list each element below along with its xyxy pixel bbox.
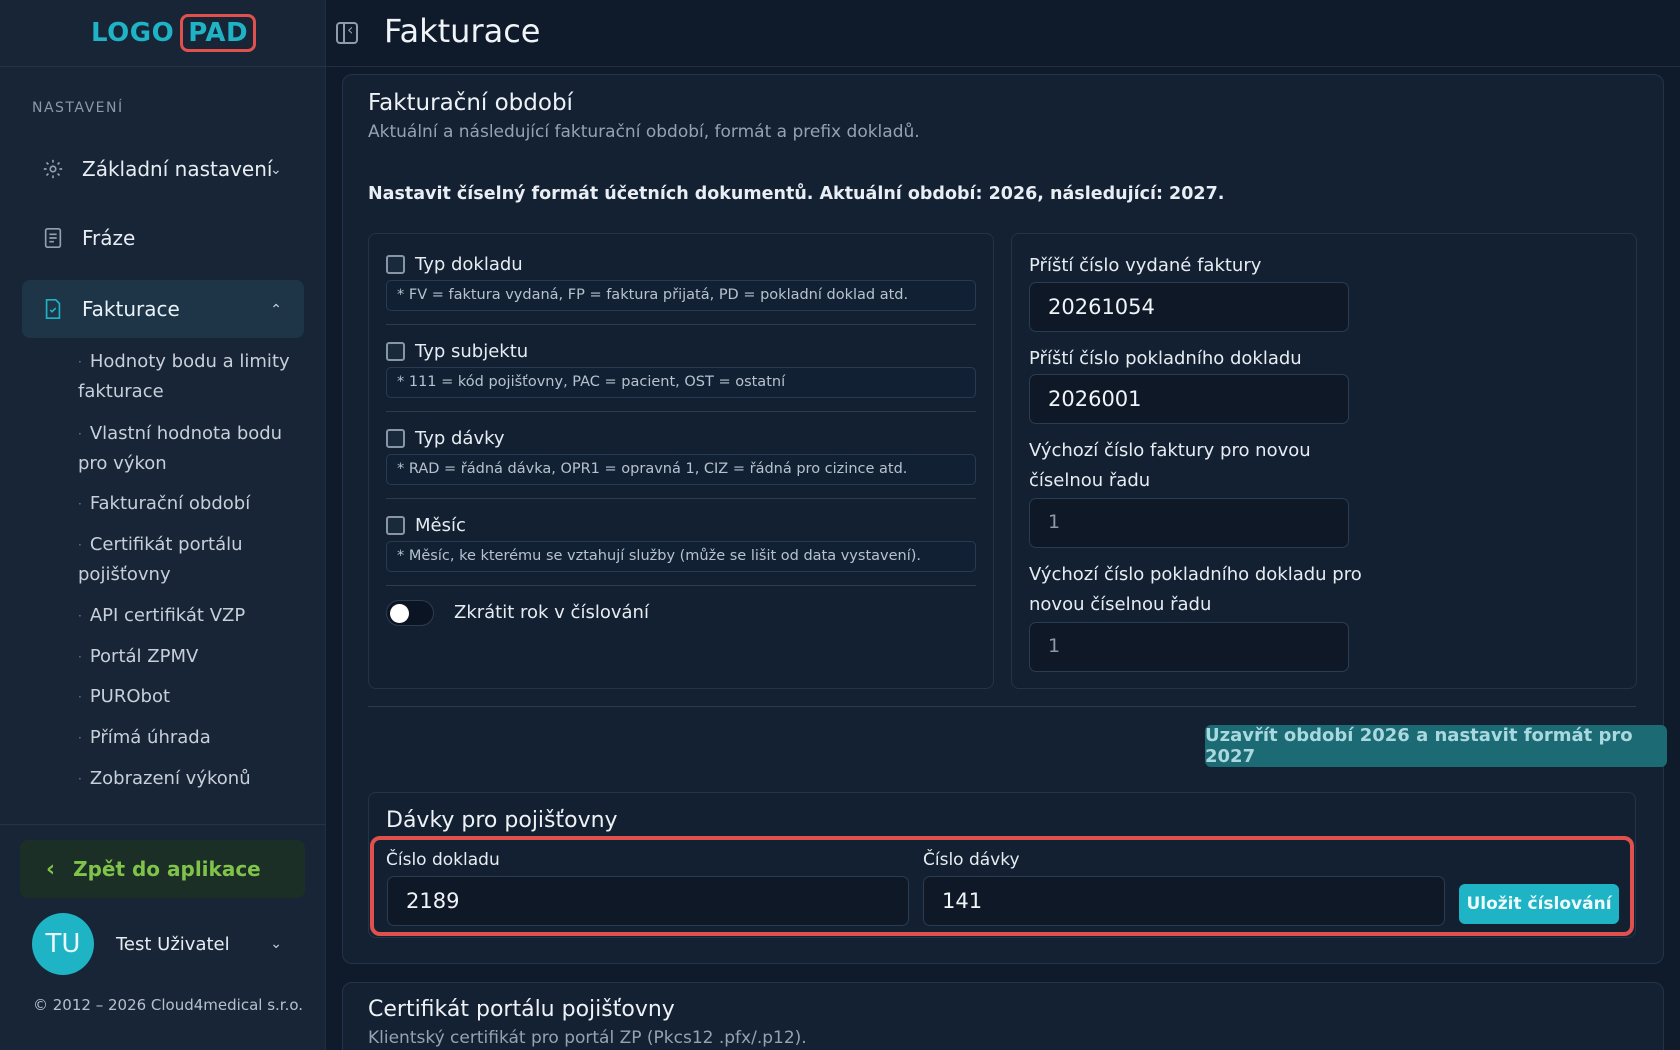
bullet-icon: ·: [78, 497, 82, 511]
shorten-year-toggle[interactable]: [386, 600, 434, 626]
checkbox-label: Typ dávky: [415, 428, 505, 449]
divider: [0, 66, 325, 67]
subnav-item[interactable]: · Vlastní hodnota bodu pro výkon: [78, 419, 306, 479]
field-label: novou číselnou řadu: [1029, 594, 1212, 615]
field-label: Číslo dávky: [923, 850, 1020, 870]
default-invoice-number-input[interactable]: 1: [1029, 498, 1349, 548]
sidebar-item-label: Fráze: [82, 226, 136, 250]
card-subtitle: Klientský certifikát pro portál ZP (Pkcs…: [368, 1028, 807, 1048]
default-cash-receipt-number-input[interactable]: 1: [1029, 622, 1349, 672]
chevron-down-icon: ⌄: [270, 162, 282, 178]
option-month[interactable]: Měsíc: [386, 515, 466, 536]
format-description: Nastavit číselný formát účetních dokumen…: [368, 184, 1225, 204]
sidebar-item-basic-settings[interactable]: Základní nastavení ⌄: [22, 140, 304, 198]
save-numbering-button[interactable]: Uložit číslování: [1459, 884, 1619, 924]
option-hint: * 111 = kód pojišťovny, PAC = pacient, O…: [386, 367, 976, 398]
bullet-icon: ·: [78, 427, 82, 441]
section-label: NASTAVENÍ: [32, 100, 124, 116]
sidebar-toggle-icon[interactable]: [336, 20, 358, 44]
bullet-icon: ·: [78, 538, 82, 552]
card-subtitle: Aktuální a následující fakturační období…: [368, 122, 920, 142]
copyright: © 2012 – 2026 Cloud4medical s.r.o.: [33, 996, 304, 1014]
option-subject-type[interactable]: Typ subjektu: [386, 341, 528, 362]
subnav-item[interactable]: · Portál ZPMV: [78, 642, 306, 672]
checkbox-label: Měsíc: [415, 515, 466, 536]
logo[interactable]: LOGO PAD: [91, 12, 257, 54]
next-cash-receipt-number-input[interactable]: 2026001: [1029, 374, 1349, 424]
bullet-icon: ·: [78, 731, 82, 745]
user-name: Test Uživatel: [116, 933, 230, 955]
subnav-item[interactable]: · Zobrazení výkonů: [78, 764, 306, 794]
subnav-item[interactable]: · Certifikát portálu pojišťovny: [78, 530, 306, 590]
checkbox[interactable]: [386, 342, 405, 361]
logo-text-boxed: PAD: [180, 14, 257, 52]
user-menu[interactable]: TU Test Uživatel ⌄: [32, 912, 304, 976]
sidebar-item-label: Fakturace: [82, 297, 180, 321]
bullet-icon: ·: [78, 609, 82, 623]
option-batch-type[interactable]: Typ dávky: [386, 428, 505, 449]
field-label: Výchozí číslo pokladního dokladu pro: [1029, 564, 1362, 585]
checkbox[interactable]: [386, 255, 405, 274]
subnav-item[interactable]: · Hodnoty bodu a limity fakturace: [78, 347, 306, 407]
divider: [326, 66, 1680, 67]
divider: [386, 411, 976, 412]
close-period-button[interactable]: Uzavřít období 2026 a nastavit formát pr…: [1205, 725, 1667, 767]
field-label: Příští číslo vydané faktury: [1029, 255, 1262, 276]
field-label: Výchozí číslo faktury pro novou: [1029, 440, 1311, 461]
field-label: Číslo dokladu: [386, 850, 500, 870]
batch-number-input[interactable]: 141: [923, 876, 1445, 926]
bullet-icon: ·: [78, 772, 82, 786]
bullet-icon: ·: [78, 650, 82, 664]
chevron-left-icon: ‹: [46, 856, 56, 882]
checkbox-label: Typ subjektu: [415, 341, 529, 362]
invoice-icon: [42, 298, 64, 320]
page-title: Fakturace: [384, 12, 541, 50]
document-number-input[interactable]: 2189: [387, 876, 909, 926]
option-document-type[interactable]: Typ dokladu: [386, 254, 523, 275]
checkbox[interactable]: [386, 429, 405, 448]
bullet-icon: ·: [78, 690, 82, 704]
chevron-up-icon: ⌃: [270, 302, 282, 318]
divider: [386, 498, 976, 499]
gear-icon: [42, 158, 64, 180]
back-label: Zpět do aplikace: [73, 857, 261, 881]
toggle-label: Zkrátit rok v číslování: [454, 602, 649, 623]
option-hint: * Měsíc, ke kterému se vztahují služby (…: [386, 541, 976, 572]
field-label: číselnou řadu: [1029, 470, 1151, 491]
checkbox[interactable]: [386, 516, 405, 535]
avatar: TU: [32, 913, 94, 975]
sidebar-item-phrases[interactable]: Fráze: [22, 209, 304, 267]
card-title: Certifikát portálu pojišťovny: [368, 997, 675, 1022]
option-hint: * FV = faktura vydaná, FP = faktura přij…: [386, 280, 976, 311]
card-title: Dávky pro pojišťovny: [386, 808, 618, 833]
sidebar-item-billing[interactable]: Fakturace ⌃: [22, 280, 304, 338]
subnav-item[interactable]: · API certifikát VZP: [78, 601, 306, 631]
divider: [386, 324, 976, 325]
subnav-item[interactable]: · Přímá úhrada: [78, 723, 306, 753]
field-label: Příští číslo pokladního dokladu: [1029, 348, 1302, 369]
chevron-down-icon: ⌄: [270, 936, 282, 952]
next-invoice-number-input[interactable]: 20261054: [1029, 282, 1349, 332]
checkbox-label: Typ dokladu: [415, 254, 523, 275]
option-hint: * RAD = řádná dávka, OPR1 = opravná 1, C…: [386, 454, 976, 485]
subnav-item[interactable]: · PURObot: [78, 682, 306, 712]
bullet-icon: ·: [78, 355, 82, 369]
divider: [368, 706, 1636, 707]
divider: [0, 824, 325, 825]
card-title: Fakturační období: [368, 90, 573, 116]
subnav-item[interactable]: · Fakturační období: [78, 489, 306, 519]
back-to-app-button[interactable]: ‹ Zpět do aplikace: [20, 840, 305, 898]
sidebar: LOGO PAD NASTAVENÍ Základní nastavení ⌄ …: [0, 0, 326, 1050]
divider: [386, 585, 976, 586]
document-icon: [42, 227, 64, 249]
logo-text: LOGO: [91, 18, 175, 48]
sidebar-item-label: Základní nastavení: [82, 157, 273, 181]
